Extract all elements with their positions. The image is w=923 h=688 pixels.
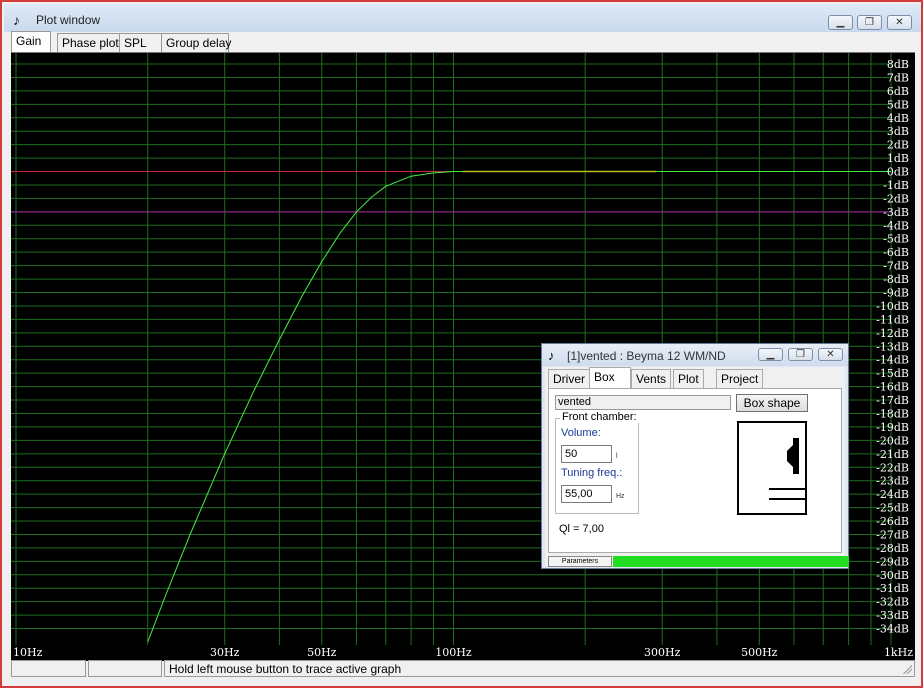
y-tick-label: -32dB — [876, 596, 909, 609]
tuning-freq-unit: Hz — [616, 493, 625, 500]
front-chamber-group: Front chamber: Volume: 50 l Tuning freq.… — [555, 411, 639, 514]
dialog-tab-vents[interactable]: Vents — [631, 369, 672, 388]
dialog-tab-driver[interactable]: Driver — [548, 369, 590, 388]
tab-group-delay[interactable]: Group delay — [161, 33, 231, 52]
y-tick-label: -10dB — [876, 300, 909, 313]
y-tick-label: 2dB — [887, 139, 909, 152]
y-tick-label: -16dB — [876, 381, 909, 394]
x-tick-label: 100Hz — [435, 646, 472, 659]
dialog-title-bar[interactable]: ♪ [1]vented : Beyma 12 WM/ND ▁ ❐ ✕ — [542, 344, 848, 366]
x-tick-label: 10Hz — [13, 646, 43, 659]
y-tick-label: -5dB — [883, 233, 909, 246]
dialog-tab-box[interactable]: Box — [589, 367, 631, 389]
front-chamber-label: Front chamber: — [560, 411, 639, 423]
dialog-body: Driver Box Vents Plot Project vented Box… — [545, 367, 849, 567]
tuning-freq-input[interactable]: 55,00 — [561, 485, 612, 503]
dialog-restore-button[interactable]: ❐ — [788, 348, 813, 361]
close-button[interactable]: ✕ — [887, 15, 912, 30]
y-tick-label: -4dB — [883, 219, 909, 232]
y-tick-label: -9dB — [883, 287, 909, 300]
dialog-close-button[interactable]: ✕ — [818, 348, 843, 361]
status-message: Hold left mouse button to trace active g… — [169, 662, 402, 676]
y-tick-label: 7dB — [887, 71, 909, 84]
y-tick-label: -30dB — [876, 569, 909, 582]
dialog-status: Parameters — [548, 556, 849, 567]
progress-fill — [613, 556, 849, 567]
box-preview — [737, 421, 807, 515]
volume-unit: l — [616, 453, 618, 460]
y-tick-label: -14dB — [876, 354, 909, 367]
status-cell-2 — [88, 660, 162, 677]
y-tick-label: 5dB — [887, 98, 909, 111]
y-tick-label: 6dB — [887, 85, 909, 98]
tuning-freq-label: Tuning freq.: — [561, 467, 623, 479]
y-tick-label: 3dB — [887, 125, 909, 138]
y-tick-label: -12dB — [876, 327, 909, 340]
dialog-title: [1]vented : Beyma 12 WM/ND — [567, 349, 726, 363]
y-tick-label: 0dB — [887, 166, 909, 179]
y-tick-label: -7dB — [883, 260, 909, 273]
y-tick-label: -1dB — [883, 179, 909, 192]
y-tick-label: -22dB — [876, 461, 909, 474]
y-tick-label: -19dB — [876, 421, 909, 434]
status-message-cell: Hold left mouse button to trace active g… — [164, 660, 915, 677]
y-tick-label: -11dB — [876, 313, 909, 326]
ql-value: Ql = 7,00 — [559, 523, 604, 535]
x-tick-label: 500Hz — [741, 646, 778, 659]
volume-label: Volume: — [561, 427, 601, 439]
y-tick-label: -17dB — [876, 394, 909, 407]
speaker-box-icon — [769, 438, 805, 500]
progress-bar — [613, 556, 849, 567]
dialog-tab-project[interactable]: Project — [716, 369, 764, 388]
y-tick-label: -2dB — [883, 192, 909, 205]
dialog-app-icon: ♪ — [548, 348, 555, 363]
y-tick-label: 8dB — [887, 58, 909, 71]
y-tick-label: -8dB — [883, 273, 909, 286]
box-type-field[interactable]: vented — [555, 395, 731, 410]
status-cell-1 — [11, 660, 86, 677]
minimize-button[interactable]: ▁ — [828, 15, 853, 30]
resize-grip-icon[interactable] — [902, 664, 912, 674]
volume-input[interactable]: 50 — [561, 445, 612, 463]
y-tick-label: -18dB — [876, 407, 909, 420]
y-tick-label: -28dB — [876, 542, 909, 555]
x-tick-label: 50Hz — [307, 646, 337, 659]
tab-gain[interactable]: Gain — [11, 31, 51, 52]
dialog-minimize-button[interactable]: ▁ — [758, 348, 783, 361]
restore-button[interactable]: ❐ — [857, 15, 882, 30]
y-tick-label: -26dB — [876, 515, 909, 528]
y-tick-label: -23dB — [876, 475, 909, 488]
y-tick-label: -3dB — [883, 206, 909, 219]
title-bar[interactable]: ♪ Plot window ▁ ❐ ✕ — [4, 4, 921, 32]
y-tick-label: -15dB — [876, 367, 909, 380]
app-icon: ♪ — [13, 12, 20, 28]
y-tick-label: -21dB — [876, 448, 909, 461]
parameters-button[interactable]: Parameters — [548, 556, 612, 567]
dialog-tab-plot[interactable]: Plot — [673, 369, 704, 388]
y-tick-label: -29dB — [876, 555, 909, 568]
y-tick-label: -25dB — [876, 502, 909, 515]
x-tick-label: 30Hz — [210, 646, 240, 659]
box-shape-button[interactable]: Box shape — [736, 394, 808, 412]
y-tick-label: -33dB — [876, 609, 909, 622]
y-tick-label: 1dB — [887, 152, 909, 165]
y-tick-label: -20dB — [876, 434, 909, 447]
y-tick-label: -13dB — [876, 340, 909, 353]
window-title: Plot window — [36, 13, 101, 27]
y-tick-label: -31dB — [876, 582, 909, 595]
x-tick-label: 1kHz — [884, 646, 913, 659]
y-tick-label: -34dB — [876, 623, 909, 636]
y-tick-label: -6dB — [883, 246, 909, 259]
tab-spl[interactable]: SPL — [119, 33, 165, 52]
y-tick-label: -24dB — [876, 488, 909, 501]
tab-phase-plot[interactable]: Phase plot — [57, 33, 123, 52]
y-tick-label: -27dB — [876, 528, 909, 541]
box-dialog: ♪ [1]vented : Beyma 12 WM/ND ▁ ❐ ✕ Drive… — [541, 343, 849, 569]
y-tick-label: 4dB — [887, 112, 909, 125]
status-bar: Hold left mouse button to trace active g… — [11, 660, 915, 678]
box-panel: vented Box shape Front chamber: Volume: … — [548, 388, 842, 553]
x-tick-label: 300Hz — [644, 646, 681, 659]
